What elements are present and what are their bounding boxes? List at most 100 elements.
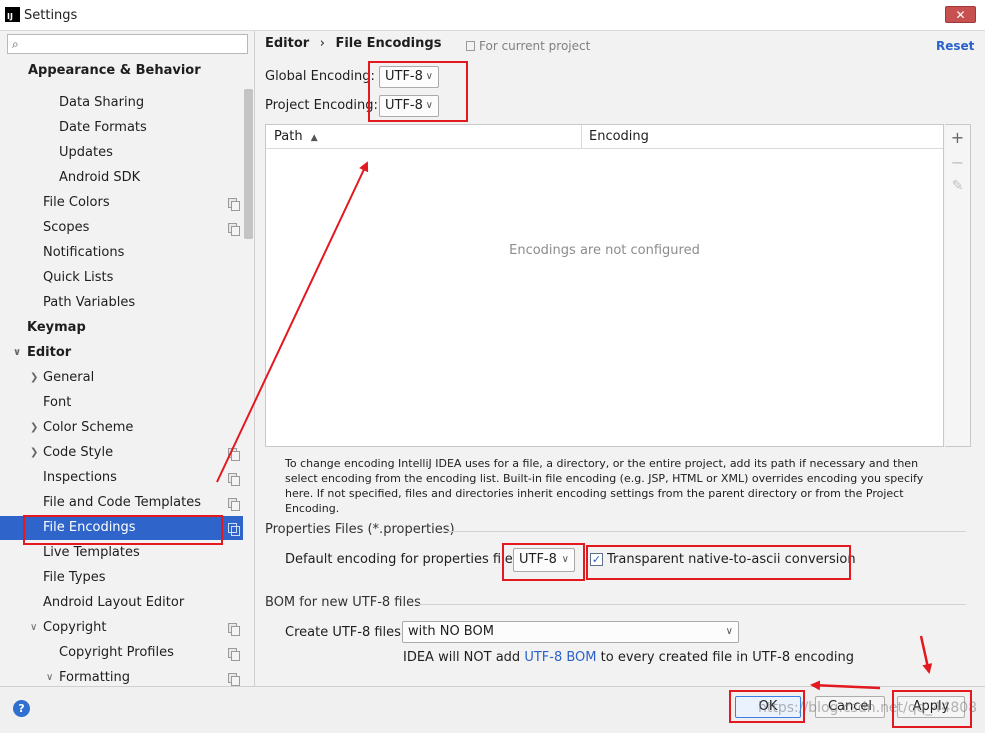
sidebar-item-file-colors[interactable]: File Colors	[0, 191, 243, 215]
column-header-path[interactable]: Path ▲	[274, 129, 318, 144]
reset-link[interactable]: Reset	[936, 39, 974, 53]
bom-section-title: BOM for new UTF-8 files	[265, 595, 421, 610]
properties-section-title: Properties Files (*.properties)	[265, 522, 455, 537]
chevron-down-icon[interactable]: ∨	[13, 341, 21, 365]
dialog-button-bar: ? OK Cancel Apply https://blog.csdn.net/…	[0, 686, 985, 733]
sidebar-item-label: Updates	[59, 145, 113, 160]
sidebar-item-label: Path Variables	[43, 295, 136, 310]
project-encoding-label: Project Encoding:	[265, 98, 378, 113]
project-scope-icon	[228, 198, 240, 211]
sidebar-item-android-sdk[interactable]: Android SDK	[0, 166, 243, 190]
sidebar-scrollbar[interactable]	[244, 89, 253, 239]
sidebar-item-scopes[interactable]: Scopes	[0, 216, 243, 240]
sidebar-item-label: Formatting	[59, 670, 131, 685]
sort-ascending-icon: ▲	[310, 133, 318, 143]
sidebar-item-notifications[interactable]: Notifications	[0, 241, 243, 265]
chevron-down-icon[interactable]: ∨	[30, 616, 37, 640]
sidebar-item-label: File Colors	[43, 195, 110, 210]
sidebar-item-label: File and Code Templates	[43, 495, 201, 510]
sidebar-item-label: Notifications	[43, 245, 125, 260]
annotation-box-file-encodings	[23, 515, 223, 545]
sidebar-item-quick-lists[interactable]: Quick Lists	[0, 266, 243, 290]
bom-note-prefix: IDEA will NOT add	[403, 650, 521, 665]
default-properties-encoding-label: Default encoding for properties files:	[285, 552, 524, 567]
help-icon[interactable]: ?	[13, 700, 30, 717]
sidebar-item-label: Editor	[27, 345, 72, 360]
title-bar: IJ Settings ✕	[0, 0, 985, 31]
project-scope-icon	[228, 648, 240, 661]
project-scope-icon	[228, 523, 240, 536]
sidebar-item-file-and-code-templates[interactable]: File and Code Templates	[0, 491, 243, 515]
sidebar-item-general[interactable]: ❯ General	[0, 366, 243, 390]
sidebar-item-label: Scopes	[43, 220, 90, 235]
sidebar-item-label: Inspections	[43, 470, 117, 485]
column-path-label: Path	[274, 129, 303, 144]
sidebar-item-path-variables[interactable]: Path Variables	[0, 291, 243, 315]
sidebar-item-keymap[interactable]: Keymap	[0, 316, 243, 340]
create-utf8-bom-select[interactable]: with NO BOM ∨	[402, 621, 739, 643]
sidebar-item-editor[interactable]: ∨ Editor	[0, 341, 243, 365]
encoding-description: To change encoding IntelliJ IDEA uses fo…	[285, 457, 924, 515]
section-divider	[416, 604, 966, 605]
sidebar-item-code-style[interactable]: ❯ Code Style	[0, 441, 243, 465]
sidebar-item-label: Date Formats	[59, 120, 147, 135]
sidebar-item-copyright-profiles[interactable]: Copyright Profiles	[0, 641, 243, 665]
sidebar-item-inspections[interactable]: Inspections	[0, 466, 243, 490]
sidebar-item-color-scheme[interactable]: ❯ Color Scheme	[0, 416, 243, 440]
project-scope-icon	[466, 41, 475, 51]
create-utf8-files-label: Create UTF-8 files:	[285, 625, 406, 640]
sidebar-item-data-sharing[interactable]: Data Sharing	[0, 91, 243, 115]
sidebar-item-label: Live Templates	[43, 545, 140, 560]
intellij-app-icon: IJ	[5, 7, 20, 22]
sidebar-item-label: Code Style	[43, 445, 114, 460]
breadcrumb-current: File Encodings	[335, 36, 442, 51]
sidebar-item-label: Copyright Profiles	[59, 645, 174, 660]
close-window-button[interactable]: ✕	[945, 6, 976, 23]
chevron-right-icon[interactable]: ❯	[30, 416, 38, 440]
utf8-bom-link[interactable]: UTF-8 BOM	[524, 650, 596, 665]
edit-icon[interactable]: ✎	[945, 178, 970, 194]
chevron-right-icon[interactable]: ❯	[30, 441, 38, 465]
breadcrumb-parent: Editor	[265, 36, 310, 51]
project-scope-icon	[228, 623, 240, 636]
sidebar-item-label: File Types	[43, 570, 106, 585]
project-scope-icon	[228, 673, 240, 686]
search-icon: ⌕	[12, 37, 19, 51]
sidebar-item-updates[interactable]: Updates	[0, 141, 243, 165]
project-scope-icon	[228, 498, 240, 511]
annotation-box-apply	[892, 690, 972, 728]
project-scope-icon	[228, 448, 240, 461]
encodings-table[interactable]: Path ▲ Encoding Encodings are not config…	[265, 124, 944, 447]
sidebar-item-appearance-behavior[interactable]: Appearance & Behavior	[0, 59, 243, 83]
column-header-encoding[interactable]: Encoding	[589, 129, 649, 144]
sidebar-item-label: Copyright	[43, 620, 107, 635]
column-divider[interactable]	[581, 125, 582, 149]
sidebar-item-label: General	[43, 370, 95, 385]
settings-search-input[interactable]: ⌕	[7, 34, 248, 54]
sidebar-item-label: Quick Lists	[43, 270, 114, 285]
breadcrumb-separator: ›	[319, 36, 325, 51]
breadcrumb: Editor › File Encodings	[265, 36, 441, 51]
sidebar-item-date-formats[interactable]: Date Formats	[0, 116, 243, 140]
sidebar-item-label: Keymap	[27, 320, 86, 335]
chevron-down-icon[interactable]: ∨	[46, 666, 53, 686]
project-scope-icon	[228, 223, 240, 236]
file-encodings-panel: Editor › File Encodings For current proj…	[256, 31, 985, 686]
chevron-right-icon[interactable]: ❯	[30, 366, 38, 390]
project-scope-icon	[228, 473, 240, 486]
sidebar-item-font[interactable]: Font	[0, 391, 243, 415]
sidebar-item-label: Appearance & Behavior	[28, 63, 201, 78]
annotation-box-transparent-ascii	[586, 545, 851, 580]
sidebar-item-android-layout-editor[interactable]: Android Layout Editor	[0, 591, 243, 615]
sidebar-item-file-types[interactable]: File Types	[0, 566, 243, 590]
for-current-project-note: For current project	[466, 39, 590, 53]
remove-icon[interactable]: −	[945, 153, 970, 172]
add-icon[interactable]: +	[945, 128, 970, 147]
bom-note-suffix: to every created file in UTF-8 encoding	[600, 650, 854, 665]
sidebar-item-label: Font	[43, 395, 72, 410]
sidebar-item-copyright[interactable]: ∨ Copyright	[0, 616, 243, 640]
global-encoding-label: Global Encoding:	[265, 69, 375, 84]
sidebar-item-formatting[interactable]: ∨ Formatting	[0, 666, 243, 686]
sidebar-item-label: Data Sharing	[59, 95, 145, 110]
annotation-box-project-encodings	[368, 61, 468, 122]
